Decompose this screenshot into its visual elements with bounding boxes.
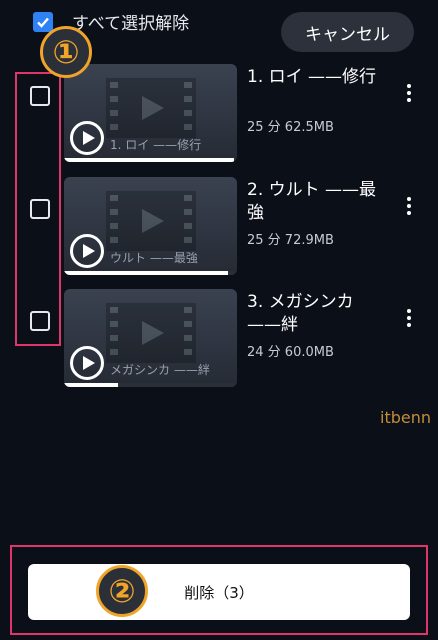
- video-meta: 25 分 62.5MB: [247, 120, 334, 135]
- select-all-label[interactable]: すべて選択解除: [72, 9, 189, 34]
- video-thumbnail[interactable]: メガシンカ ——絆: [64, 289, 237, 387]
- film-icon: [106, 191, 196, 251]
- thumbnail-caption: 1. ロイ ——修行: [110, 138, 202, 152]
- video-title[interactable]: 2. ウルト ——最強: [247, 179, 387, 225]
- watch-progress: [64, 383, 237, 387]
- check-icon: [37, 17, 49, 28]
- watch-progress-fill: [64, 383, 118, 387]
- more-vertical-icon[interactable]: [400, 305, 418, 331]
- list-item[interactable]: メガシンカ ——絆 3. メガシンカ——絆 24 分 60.0MB: [0, 287, 438, 387]
- watch-progress-fill: [64, 271, 229, 275]
- video-thumbnail[interactable]: ウルト ——最強: [64, 177, 237, 275]
- thumbnail-caption: ウルト ——最強: [110, 251, 198, 265]
- select-all-checkbox[interactable]: [33, 12, 53, 32]
- list-item[interactable]: ウルト ——最強 2. ウルト ——最強 25 分 72.9MB: [0, 175, 438, 275]
- video-thumbnail[interactable]: 1. ロイ ——修行: [64, 64, 237, 162]
- play-icon[interactable]: [70, 346, 104, 380]
- watermark-text: itbenn: [380, 408, 431, 427]
- annotation-badge-1: ①: [40, 26, 92, 78]
- annotation-highlight-checkboxes: [15, 72, 61, 346]
- watch-progress: [64, 271, 237, 275]
- video-title[interactable]: 3. メガシンカ——絆: [247, 291, 387, 337]
- film-icon: [106, 303, 196, 363]
- film-icon: [106, 78, 196, 138]
- video-meta: 24 分 60.0MB: [247, 345, 334, 360]
- video-meta: 25 分 72.9MB: [247, 233, 334, 248]
- cancel-button[interactable]: キャンセル: [281, 12, 414, 52]
- annotation-badge-2: ②: [96, 565, 148, 617]
- video-title[interactable]: 1. ロイ ——修行: [247, 66, 387, 89]
- thumbnail-caption: メガシンカ ——絆: [110, 363, 210, 377]
- play-icon[interactable]: [70, 121, 104, 155]
- more-vertical-icon[interactable]: [400, 193, 418, 219]
- annotation-highlight-delete: [10, 545, 428, 635]
- watch-progress: [64, 158, 237, 162]
- more-vertical-icon[interactable]: [400, 80, 418, 106]
- watch-progress-fill: [64, 158, 234, 162]
- play-icon[interactable]: [70, 234, 104, 268]
